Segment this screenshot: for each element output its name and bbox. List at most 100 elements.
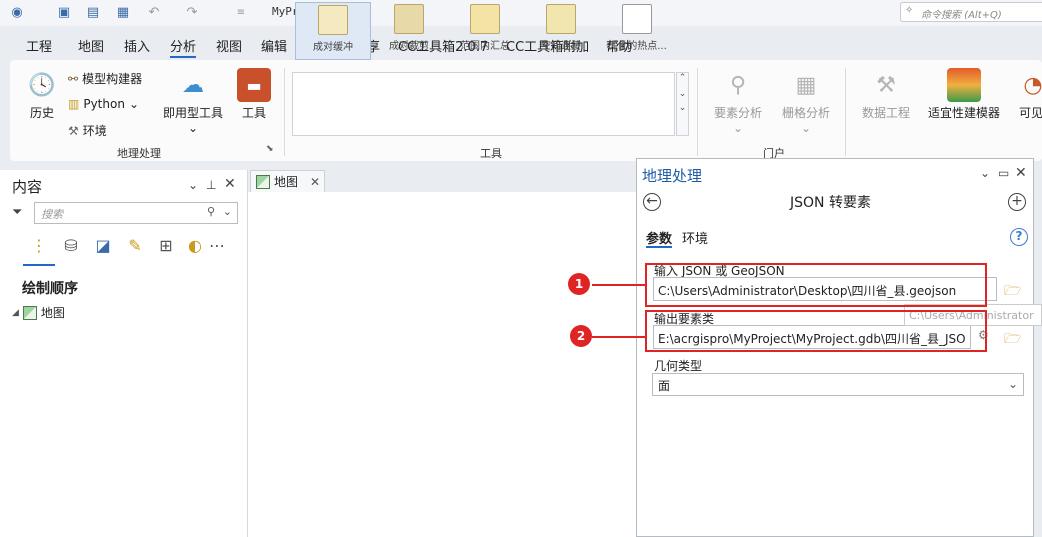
- active-tool-indicator: [23, 264, 55, 266]
- pane-options-icon[interactable]: ⌄: [188, 178, 198, 192]
- python-button[interactable]: ▥ Python ⌄: [68, 97, 139, 111]
- cloud-toolbox-icon: ☁: [182, 72, 204, 98]
- gallery-pairwise-clip[interactable]: 成对裁剪: [371, 2, 447, 60]
- gallery-optimized-hot-spot[interactable]: 优化的热点...: [599, 2, 675, 60]
- save-project-icon[interactable]: ▦: [114, 3, 132, 21]
- chevron-down-icon: ⌄: [732, 121, 744, 135]
- tool-name: JSON 转要素: [790, 195, 871, 211]
- ribbon-separator: [697, 68, 698, 156]
- feature-analysis-label: 要素分析: [713, 106, 762, 120]
- data-engineering-button[interactable]: ⚒ 数据工程: [860, 68, 912, 121]
- environments-button[interactable]: ⚒ 环境: [68, 122, 107, 139]
- menu-project[interactable]: 工程: [26, 36, 52, 55]
- ready-tools-button[interactable]: ☁ 即用型工具 ⌄: [162, 68, 224, 136]
- tab-environments[interactable]: 环境: [682, 228, 708, 247]
- feature-analysis-button[interactable]: ⚲ 要素分析 ⌄: [712, 68, 764, 136]
- gallery-item-label: 优化的热点...: [607, 41, 667, 52]
- tools-label: 工具: [241, 106, 266, 120]
- pairwise-buffer-icon: [318, 5, 348, 35]
- list-by-snapping-icon[interactable]: ⊞: [155, 234, 177, 256]
- arcgis-logo-icon: ◉: [11, 4, 23, 20]
- model-builder-button[interactable]: ⚯ 模型构建器: [68, 70, 142, 87]
- tab-parameters[interactable]: 参数: [646, 228, 672, 247]
- list-by-labeling-icon[interactable]: ◐: [184, 234, 206, 256]
- gallery-summarize-within[interactable]: 范围内汇总: [447, 2, 523, 60]
- raster-analysis-label: 栅格分析: [781, 106, 830, 120]
- close-icon[interactable]: ✕: [310, 175, 320, 189]
- add-icon[interactable]: +: [1008, 193, 1026, 211]
- chevron-down-icon[interactable]: ⌄: [223, 205, 232, 218]
- annotation-marker-1: 1: [568, 273, 590, 295]
- gallery-scroll-down-icon[interactable]: ⌄: [677, 89, 688, 99]
- browse-folder-icon[interactable]: 🗁: [1004, 328, 1021, 352]
- gallery-item-label: 范围内汇总: [460, 41, 510, 52]
- annotation-box-1: [645, 263, 987, 307]
- list-by-selection-icon[interactable]: ◪: [92, 234, 114, 256]
- undo-icon[interactable]: ↶: [145, 3, 163, 21]
- map-view[interactable]: [248, 170, 636, 537]
- menu-view[interactable]: 视图: [216, 36, 242, 55]
- pin-icon[interactable]: ⊥: [206, 178, 216, 192]
- sparkle-icon: ✧: [905, 5, 914, 16]
- open-project-icon[interactable]: ▤: [84, 3, 102, 21]
- new-project-icon[interactable]: ▣: [55, 3, 73, 21]
- contents-search-placeholder: 搜索: [41, 208, 63, 221]
- raster-analysis-button[interactable]: ▦ 栅格分析 ⌄: [779, 68, 833, 136]
- close-icon[interactable]: ✕: [224, 176, 236, 192]
- model-builder-icon: ⚯: [68, 71, 79, 86]
- list-by-drawing-order-icon[interactable]: ⋮: [28, 234, 50, 256]
- maximize-icon[interactable]: ▭: [998, 166, 1009, 180]
- command-search-input[interactable]: ✧ 命令搜索 (Alt+Q): [900, 2, 1042, 22]
- map-tab[interactable]: 地图 ✕: [250, 170, 325, 192]
- gallery-expand-icon[interactable]: ⌄: [677, 103, 688, 113]
- menu-analysis[interactable]: 分析: [170, 36, 196, 55]
- gallery-spatial-join[interactable]: 空间连接: [523, 2, 599, 60]
- annotation-line-1: [592, 284, 645, 286]
- gallery-scrollbar[interactable]: ⌃ ⌄ ⌄: [676, 72, 689, 136]
- contents-title: 内容: [12, 178, 43, 196]
- redo-icon[interactable]: ↷: [183, 3, 201, 21]
- tools-button[interactable]: ▬ 工具: [236, 68, 272, 121]
- suitability-modeler-button[interactable]: 适宜性建模器: [926, 68, 1002, 121]
- dialog-launcher-icon[interactable]: ⬊: [266, 144, 274, 154]
- geoprocessing-title: 地理处理: [642, 167, 703, 185]
- map-icon: [256, 174, 270, 189]
- customize-qat-icon[interactable]: ≡: [232, 3, 250, 21]
- more-options-icon[interactable]: ⋯: [206, 234, 228, 256]
- visibility-button[interactable]: ◔ 可见: [1016, 68, 1042, 121]
- filter-icon[interactable]: ⏷: [12, 205, 22, 220]
- ribbon-separator: [284, 68, 285, 156]
- toolbox-icon: ▬: [237, 68, 271, 102]
- collapse-triangle-icon[interactable]: ◢: [12, 308, 19, 318]
- menu-insert[interactable]: 插入: [124, 36, 150, 55]
- gallery-item-label: 成对缓冲: [313, 42, 353, 53]
- map-item-label: 地图: [40, 306, 65, 320]
- close-icon[interactable]: ✕: [1015, 165, 1027, 181]
- contents-map-item[interactable]: ◢ 地图: [12, 304, 65, 321]
- search-icon[interactable]: ⚲: [207, 205, 215, 218]
- menu-edit[interactable]: 编辑: [261, 36, 287, 55]
- browse-folder-icon[interactable]: 🗁: [1004, 280, 1021, 304]
- pane-options-icon[interactable]: ⌄: [980, 166, 990, 180]
- contents-search-input[interactable]: 搜索 ⚲ ⌄: [34, 202, 238, 224]
- python-icon: ▥: [68, 97, 80, 111]
- gallery-scroll-up-icon[interactable]: ⌃: [677, 73, 688, 83]
- menu-map[interactable]: 地图: [78, 36, 104, 55]
- drawing-order-heading: 绘制顺序: [22, 281, 78, 297]
- raster-analysis-icon: ▦: [795, 72, 817, 98]
- annotation-line-2: [592, 336, 645, 338]
- help-icon[interactable]: ?: [1010, 228, 1028, 246]
- geometry-type-value: 面: [658, 379, 671, 393]
- list-by-data-source-icon[interactable]: ⛁: [60, 234, 82, 256]
- gallery-item-label: 成对裁剪: [389, 41, 429, 52]
- map-tab-label: 地图: [274, 175, 299, 189]
- gallery-pairwise-buffer[interactable]: 成对缓冲: [295, 2, 371, 60]
- back-arrow-icon[interactable]: ←: [643, 193, 661, 211]
- environments-label: 环境: [82, 124, 107, 138]
- geometry-type-select[interactable]: 面 ⌄: [652, 373, 1024, 396]
- gallery-item-label: 空间连接: [541, 41, 581, 52]
- data-engineering-label: 数据工程: [861, 106, 910, 120]
- suitability-modeler-label: 适宜性建模器: [927, 106, 1000, 120]
- list-by-editing-icon[interactable]: ✎: [124, 234, 146, 256]
- history-button[interactable]: 🕓 历史: [24, 68, 60, 121]
